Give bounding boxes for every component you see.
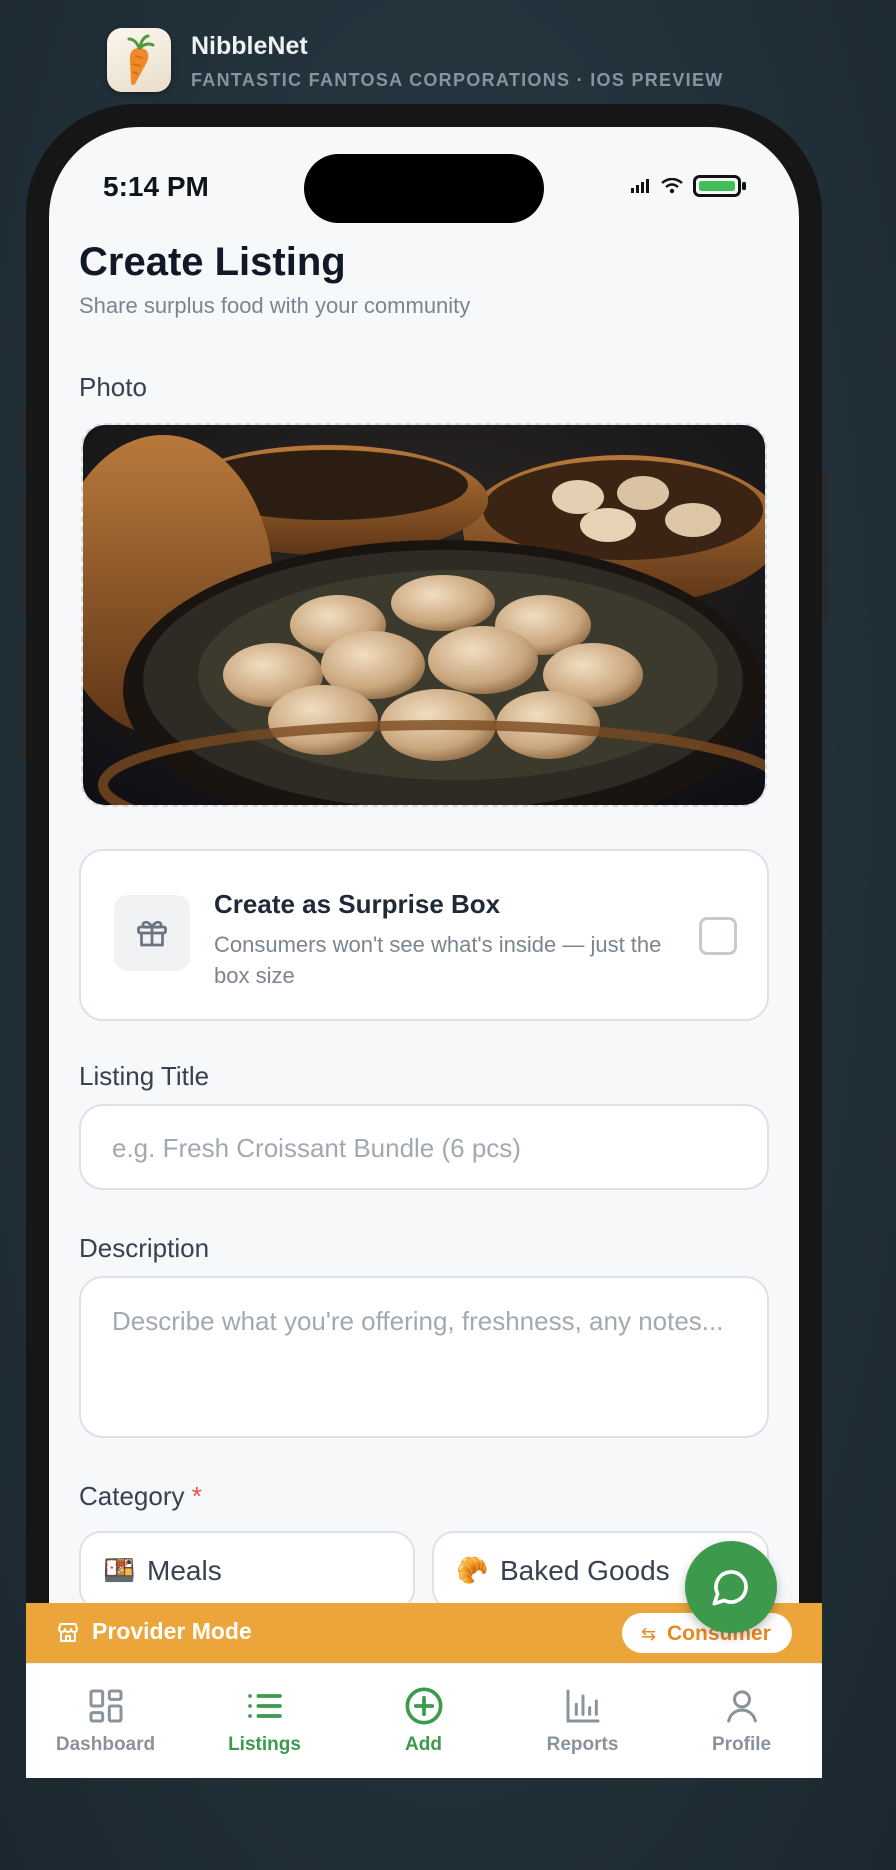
- surprise-box-title: Create as Surprise Box: [214, 889, 501, 919]
- app-header: NibbleNet FANTASTIC FANTOSA CORPORATIONS…: [107, 28, 807, 94]
- chat-bubble-icon: [712, 1570, 748, 1606]
- user-icon: [727, 1690, 757, 1723]
- provider-mode-label: Provider Mode: [92, 1618, 252, 1644]
- required-mark: *: [191, 1481, 202, 1511]
- listing-title-placeholder: e.g. Fresh Croissant Bundle (6 pcs): [112, 1133, 521, 1163]
- battery-icon: [693, 175, 746, 197]
- category-option-label: Meals: [147, 1555, 222, 1586]
- dynamic-island: [304, 154, 544, 223]
- page-title: Create Listing: [79, 240, 346, 284]
- phone-power-button: [822, 470, 828, 620]
- category-option-meals[interactable]: 🍱 Meals: [79, 1531, 415, 1611]
- dumplings-photo: [83, 425, 765, 805]
- description-textarea[interactable]: Describe what you're offering, freshness…: [79, 1276, 769, 1438]
- description-label: Description: [79, 1233, 210, 1263]
- store-icon: [58, 1623, 78, 1642]
- list-icon: [248, 1694, 282, 1718]
- surprise-box-checkbox[interactable]: [699, 917, 737, 955]
- photo-label: Photo: [79, 372, 147, 402]
- listing-title-label: Listing Title: [79, 1061, 210, 1091]
- nav-label-dashboard: Dashboard: [55, 1734, 156, 1755]
- nav-item-listings[interactable]: Listings: [185, 1664, 344, 1779]
- status-time: 5:14 PM: [103, 171, 209, 202]
- listing-title-input[interactable]: e.g. Fresh Croissant Bundle (6 pcs): [79, 1104, 769, 1190]
- nav-label-profile: Profile: [711, 1734, 772, 1755]
- nav-item-profile[interactable]: Profile: [662, 1664, 821, 1779]
- plus-circle-icon: [405, 1687, 443, 1725]
- phone-screen: 5:14 PM Create Listing Share surplus foo…: [49, 127, 799, 1778]
- page-subtitle: Share surplus food with your community: [79, 293, 471, 318]
- wifi-icon: [661, 178, 683, 194]
- surprise-box-description: Consumers won't see what's inside — just…: [214, 932, 662, 988]
- app-name: NibbleNet: [191, 32, 308, 60]
- description-placeholder: Describe what you're offering, freshness…: [112, 1306, 724, 1336]
- status-icons: [631, 175, 747, 197]
- croissant-icon: 🥐: [456, 1555, 489, 1585]
- category-option-label: Baked Goods: [500, 1555, 670, 1586]
- app-subtitle: FANTASTIC FANTOSA CORPORATIONS · IOS PRE…: [191, 70, 724, 90]
- nav-label-add: Add: [405, 1734, 442, 1755]
- nav-label-listings: Listings: [228, 1734, 301, 1755]
- swap-icon: ⇆: [641, 1624, 657, 1644]
- gift-icon: [114, 895, 190, 971]
- nav-item-reports[interactable]: Reports: [503, 1664, 662, 1779]
- meals-icon: 🍱: [103, 1555, 136, 1585]
- photo-upload[interactable]: [81, 423, 767, 807]
- surprise-box-card[interactable]: Create as Surprise Box Consumers won't s…: [79, 849, 769, 1021]
- nav-label-reports: Reports: [546, 1734, 619, 1755]
- signal-icon: [631, 179, 649, 193]
- carrot-icon: [107, 28, 171, 92]
- bottom-nav: Dashboard Listings Add Reports Profile: [26, 1663, 822, 1778]
- chat-button[interactable]: [685, 1541, 777, 1633]
- category-label-text: Category: [79, 1481, 185, 1511]
- bar-chart-icon: [566, 1689, 600, 1723]
- nav-item-dashboard[interactable]: Dashboard: [26, 1664, 185, 1779]
- category-label: Category *: [79, 1481, 202, 1512]
- nav-item-add[interactable]: Add: [344, 1664, 503, 1779]
- dashboard-icon: [89, 1689, 123, 1723]
